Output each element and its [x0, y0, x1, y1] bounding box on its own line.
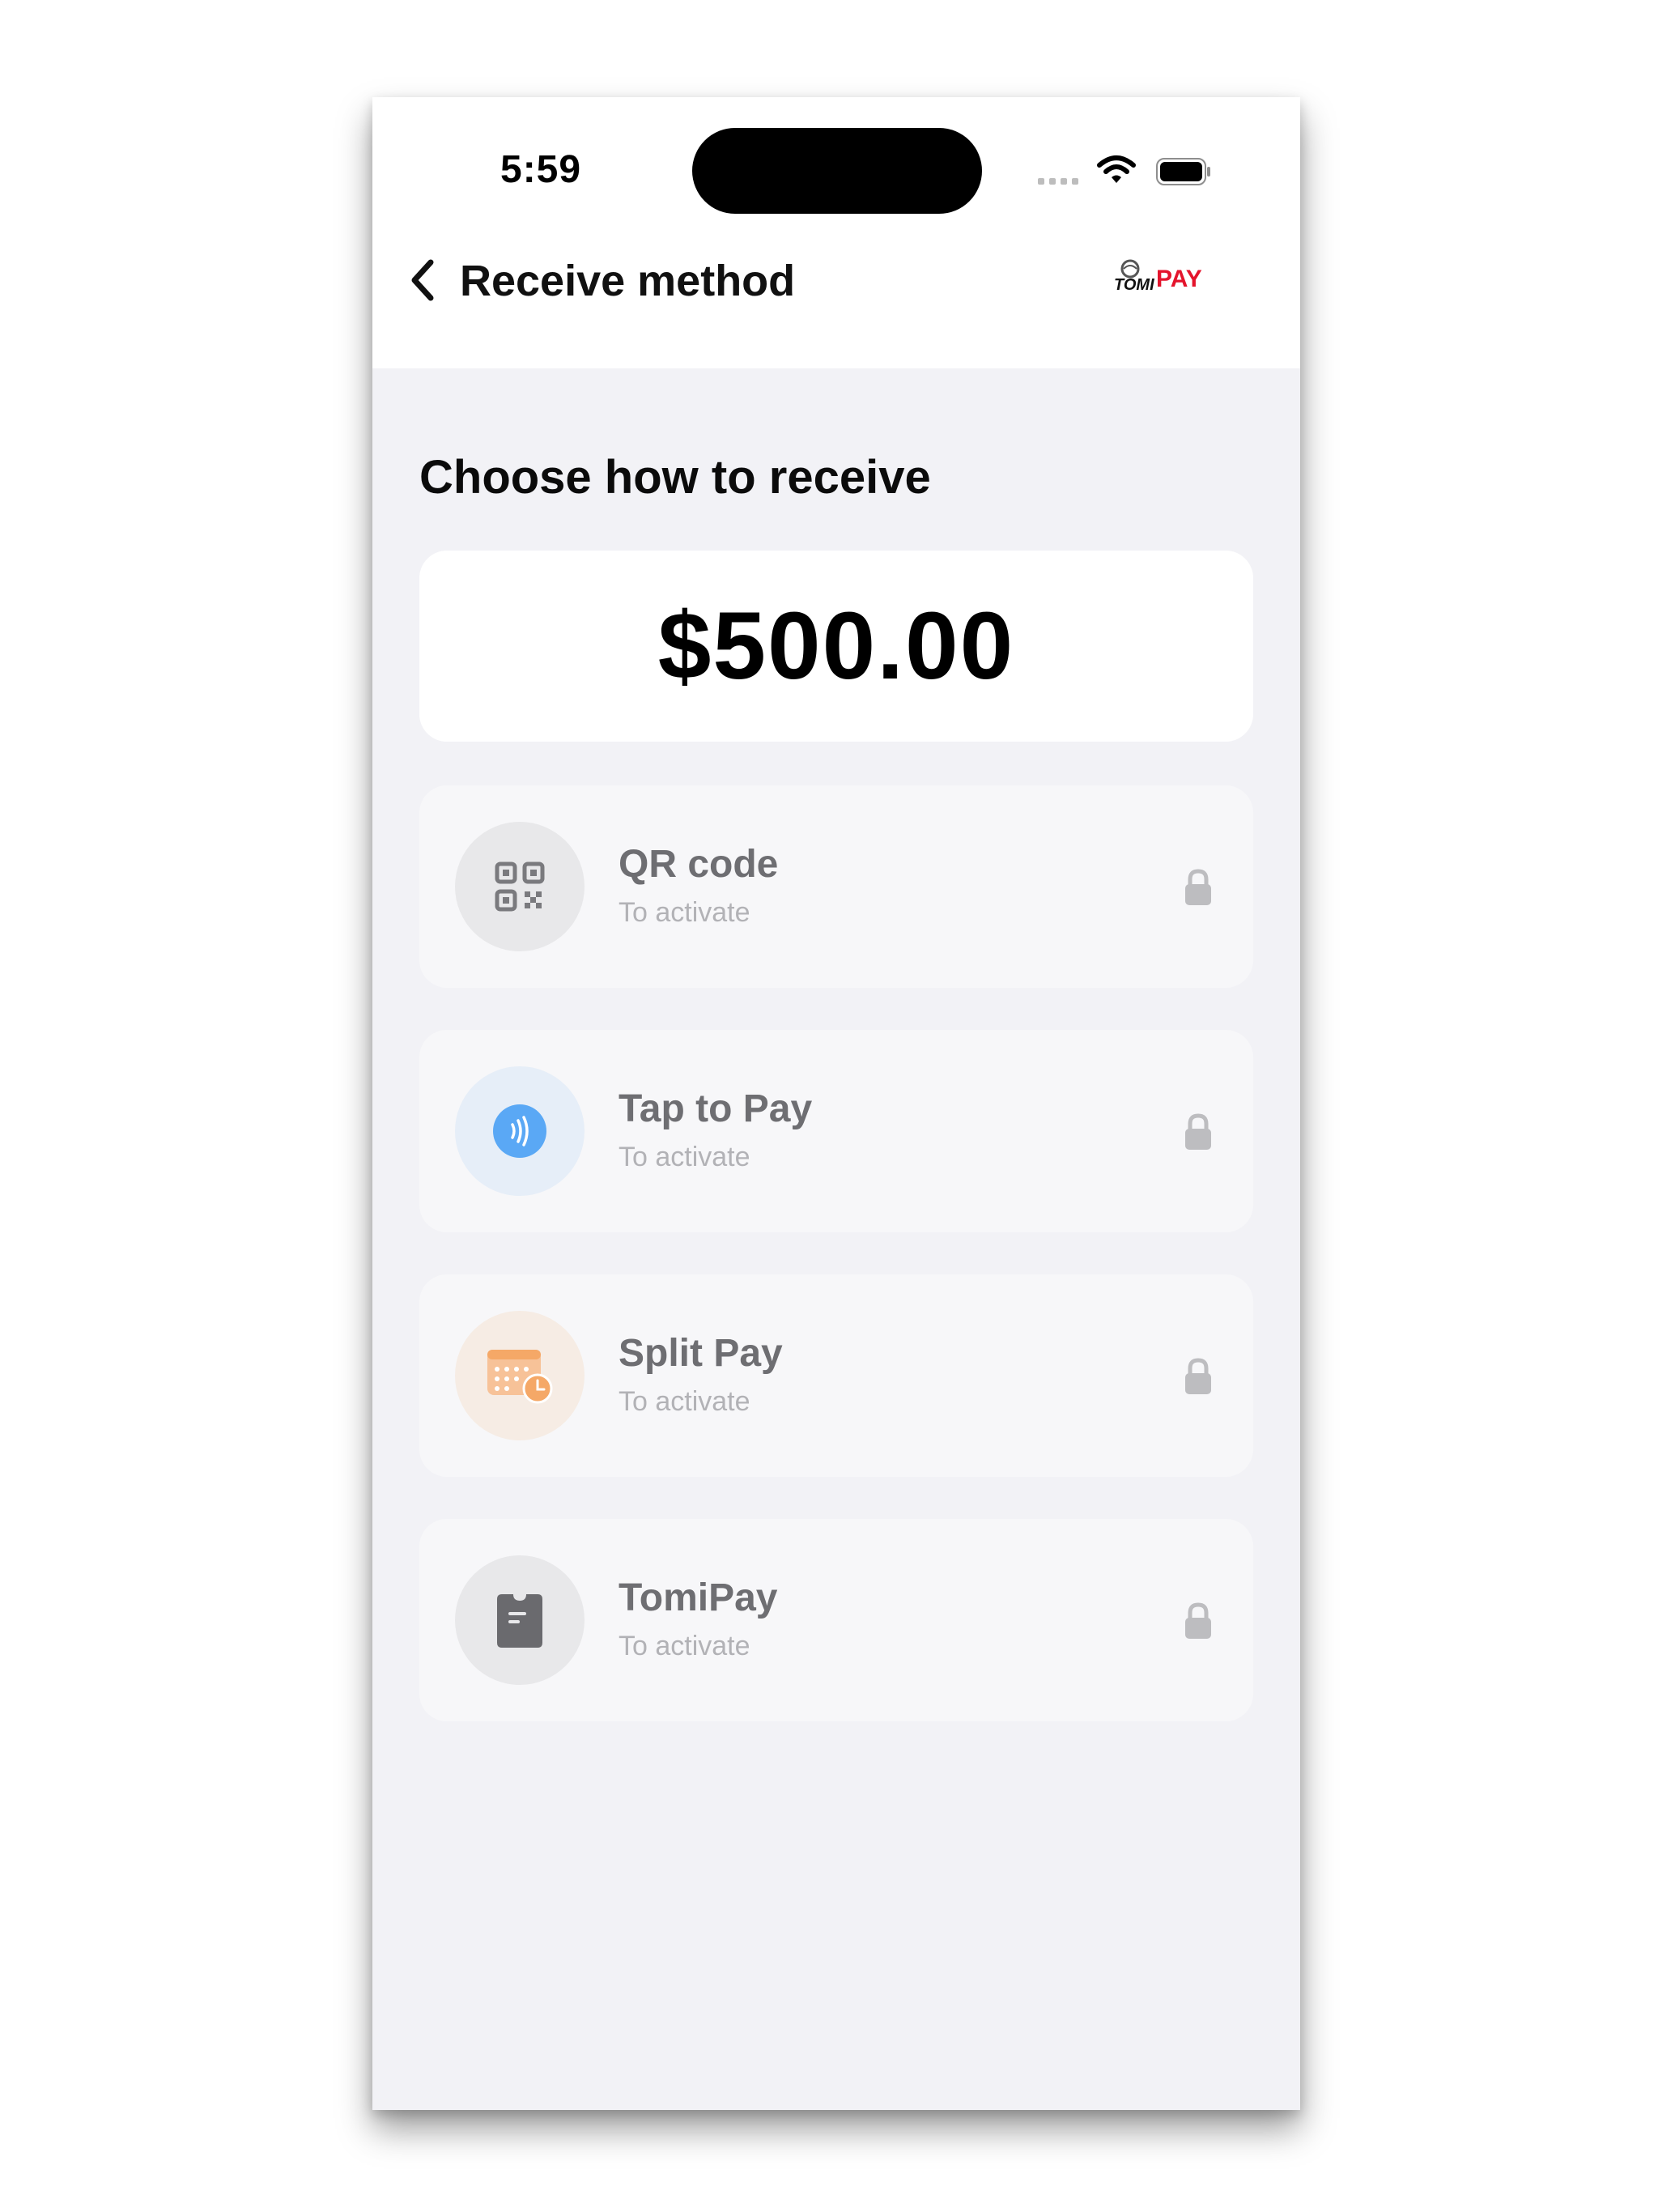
wifi-icon: [1097, 155, 1136, 183]
section-title: Choose how to receive: [419, 451, 931, 504]
dynamic-island: [692, 128, 982, 214]
method-qr-code[interactable]: QR code To activate: [419, 785, 1253, 988]
phone-screen: 5:59 Receive method TOMI PAY Choose how …: [372, 97, 1300, 2110]
amount-value: $500.00: [657, 593, 1015, 700]
page-title: Receive method: [460, 257, 796, 305]
card-reader-icon: [455, 1555, 585, 1685]
svg-text:TOMI: TOMI: [1114, 276, 1154, 294]
lock-icon: [1185, 1602, 1211, 1639]
header: 5:59 Receive method TOMI PAY: [372, 97, 1300, 368]
lock-icon: [1185, 869, 1211, 905]
logo-mark-icon: TOMI: [1114, 259, 1154, 294]
method-subtitle: To activate: [619, 1142, 750, 1172]
method-tomipay[interactable]: TomiPay To activate: [419, 1519, 1253, 1721]
lock-icon: [1185, 1113, 1211, 1150]
chevron-left-icon[interactable]: [406, 257, 439, 303]
method-subtitle: To activate: [619, 1631, 750, 1661]
tomipay-logo: TOMI PAY: [1112, 257, 1209, 296]
method-split-pay[interactable]: Split Pay To activate: [419, 1274, 1253, 1477]
lock-icon: [1185, 1358, 1211, 1394]
method-subtitle: To activate: [619, 1386, 750, 1417]
method-title: TomiPay: [619, 1576, 778, 1619]
logo-pay-text: PAY: [1156, 266, 1202, 292]
signal-dots-icon: [1038, 178, 1078, 185]
method-subtitle: To activate: [619, 897, 750, 928]
contactless-icon: [455, 1066, 585, 1196]
status-time: 5:59: [500, 148, 582, 191]
calendar-clock-icon: [455, 1311, 585, 1440]
method-title: Split Pay: [619, 1332, 783, 1375]
qr-code-icon: [455, 822, 585, 951]
battery-icon: [1156, 158, 1210, 185]
amount-card: $500.00: [419, 551, 1253, 742]
method-tap-to-pay[interactable]: Tap to Pay To activate: [419, 1030, 1253, 1232]
method-title: QR code: [619, 843, 779, 886]
method-title: Tap to Pay: [619, 1087, 813, 1130]
